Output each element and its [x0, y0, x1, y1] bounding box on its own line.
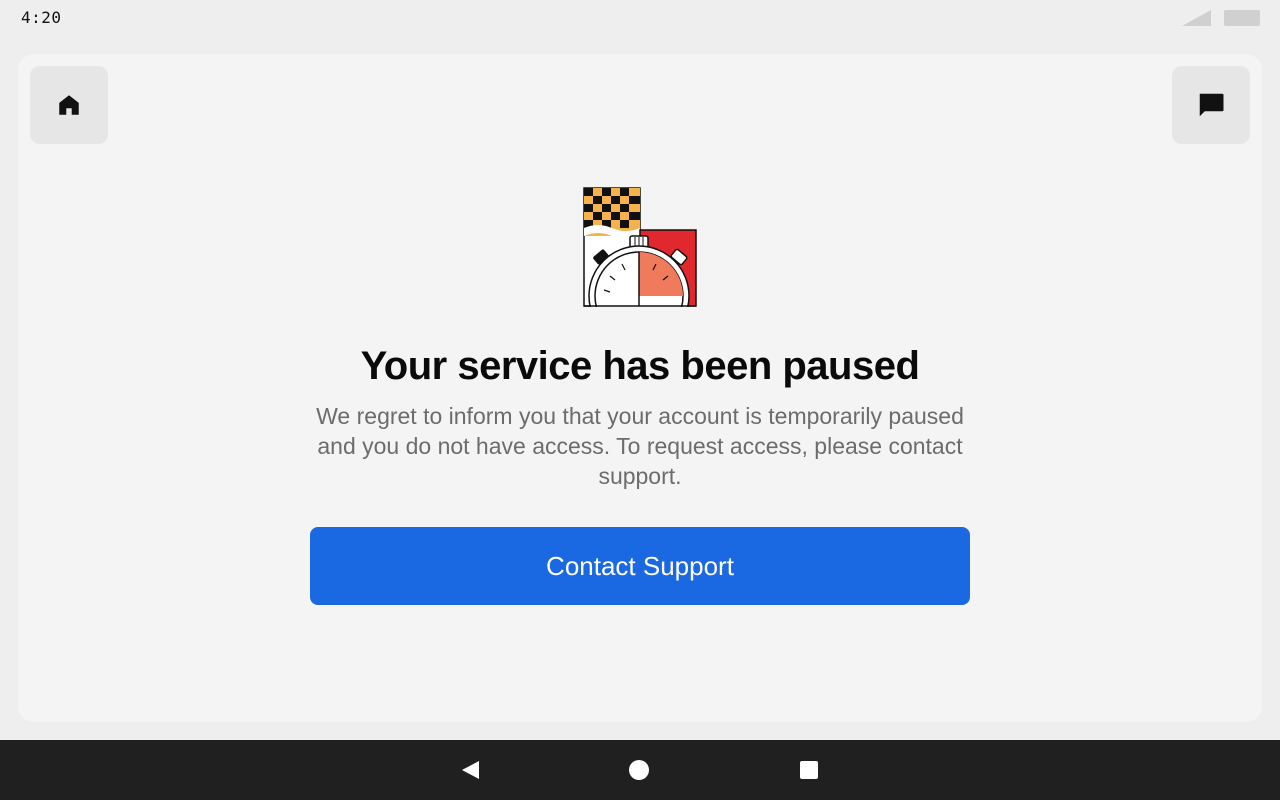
main-card: Your service has been paused We regret t… [18, 54, 1262, 722]
back-icon [462, 761, 479, 779]
paused-message: We regret to inform you that your accoun… [316, 403, 964, 489]
status-bar: 4:20 [0, 0, 1280, 36]
signal-icon [1182, 10, 1211, 26]
checkered-flag-stopwatch-illustration [582, 187, 698, 308]
status-icons [1182, 9, 1260, 27]
chat-icon [1199, 93, 1224, 117]
chat-button[interactable] [1172, 66, 1250, 144]
system-home-button[interactable] [627, 758, 651, 782]
home-button[interactable] [30, 66, 108, 144]
home-circle-icon [629, 760, 649, 780]
page-title: Your service has been paused [360, 344, 920, 388]
recents-button[interactable] [797, 758, 821, 782]
status-time: 4:20 [21, 8, 62, 27]
contact-support-button[interactable]: Contact Support [310, 527, 970, 605]
home-icon [59, 95, 79, 115]
system-nav-bar [0, 740, 1280, 800]
recents-icon [800, 761, 818, 779]
back-button[interactable] [458, 758, 482, 782]
battery-icon [1224, 10, 1260, 26]
